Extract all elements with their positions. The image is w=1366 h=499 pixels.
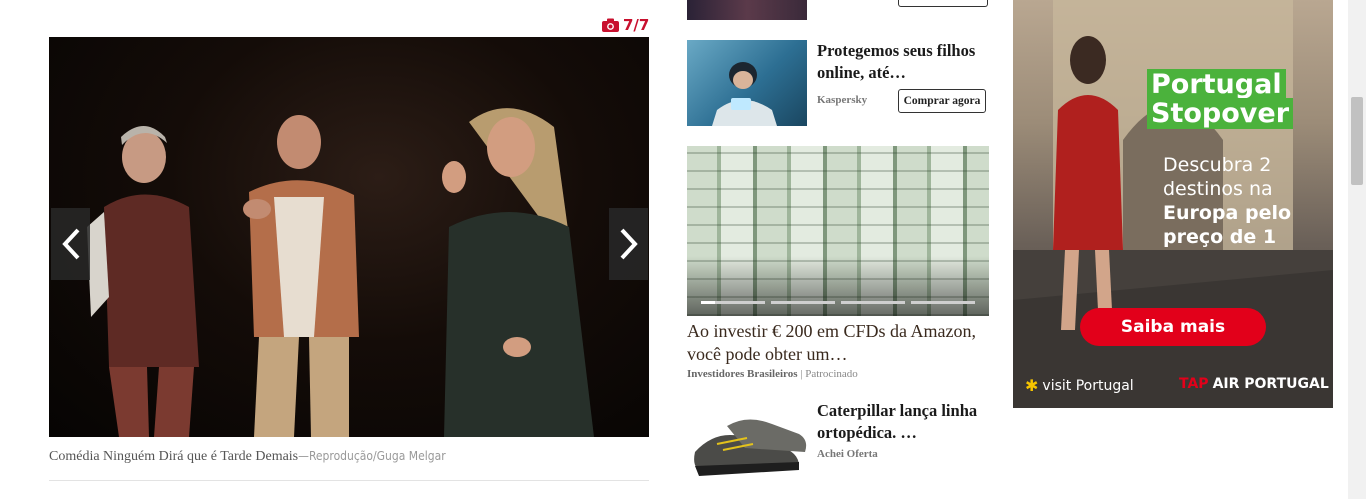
portugal-stopover-banner[interactable]: Portugal Stopover Descubra 2 destinos na…	[1013, 0, 1333, 408]
kaspersky-thumb[interactable]	[687, 40, 807, 126]
tap-logo: TAP AIR PORTUGAL	[1179, 376, 1329, 392]
carousel-indicator-4[interactable]	[911, 301, 975, 304]
child-tablet-image	[712, 62, 777, 126]
banner-body-line-4: preço de 1	[1163, 226, 1277, 248]
gallery-photo[interactable]	[49, 37, 649, 437]
sponsored-source-3[interactable]: Achei Oferta	[817, 448, 878, 460]
visit-portugal-text: visit Portugal	[1042, 377, 1134, 394]
sponsored-title-2[interactable]: Ao investir € 200 em CFDs da Amazon, voc…	[687, 320, 989, 366]
chevron-right-icon	[620, 228, 638, 260]
carousel-indicator-2[interactable]	[771, 301, 835, 304]
gallery-next-button[interactable]	[609, 208, 648, 280]
buy-now-button[interactable]: Comprar agora	[898, 89, 986, 113]
money-image[interactable]	[687, 146, 989, 316]
caption-text: Comédia Ninguém Dirá que é Tarde Demais	[49, 449, 299, 464]
gallery-prev-button[interactable]	[51, 208, 90, 280]
sponsored-tag: | Patrocinado	[800, 368, 858, 380]
banner-body-line-2: destinos na	[1163, 178, 1273, 200]
banner-body: Descubra 2 destinos na Europa pelo preço…	[1163, 153, 1291, 249]
caption-credit: —Reprodução/Guga Melgar	[298, 449, 446, 463]
gallery-counter: 7/7	[602, 15, 649, 35]
scrollbar-track[interactable]	[1348, 0, 1366, 499]
banner-cta-button[interactable]: Saiba mais	[1080, 308, 1266, 346]
sponsored-top-button[interactable]	[898, 0, 988, 7]
shoes-image[interactable]	[687, 400, 807, 486]
sponsored-source-2: Investidores Brasileiros | Patrocinado	[687, 368, 858, 380]
visit-portugal-icon: ✱	[1025, 376, 1039, 395]
sponsored-title-3[interactable]: Caterpillar lança linha ortopédica. …	[817, 400, 987, 444]
banner-body-line-3: Europa pelo	[1163, 202, 1292, 224]
banner-headline: Portugal Stopover	[1147, 69, 1294, 129]
tap-logo-text: AIR PORTUGAL	[1212, 376, 1329, 392]
banner-body-line-1: Descubra 2	[1163, 154, 1272, 176]
sponsored-top-thumb[interactable]	[687, 0, 807, 20]
camera-icon	[602, 18, 619, 32]
sponsored-source-2-name[interactable]: Investidores Brasileiros	[687, 368, 798, 380]
shoes-icon	[694, 419, 807, 476]
sponsored-title-1[interactable]: Protegemos seus filhos online, até…	[817, 40, 987, 84]
divider	[49, 480, 649, 481]
photo-caption: Comédia Ninguém Dirá que é Tarde Demais—…	[49, 449, 649, 465]
gallery-counter-text: 7/7	[623, 16, 650, 34]
sponsored-source-1[interactable]: Kaspersky	[817, 94, 867, 106]
stage-scene	[87, 108, 594, 437]
scrollbar-thumb[interactable]	[1351, 97, 1363, 185]
tap-logo-mark: TAP	[1179, 376, 1209, 392]
banner-headline-1: Portugal	[1147, 69, 1286, 100]
banner-headline-2: Stopover	[1147, 98, 1294, 129]
chevron-left-icon	[61, 228, 79, 260]
visit-portugal-logo: ✱ visit Portugal	[1025, 376, 1134, 395]
carousel-indicator-3[interactable]	[841, 301, 905, 304]
carousel-indicator-1[interactable]	[701, 301, 765, 304]
